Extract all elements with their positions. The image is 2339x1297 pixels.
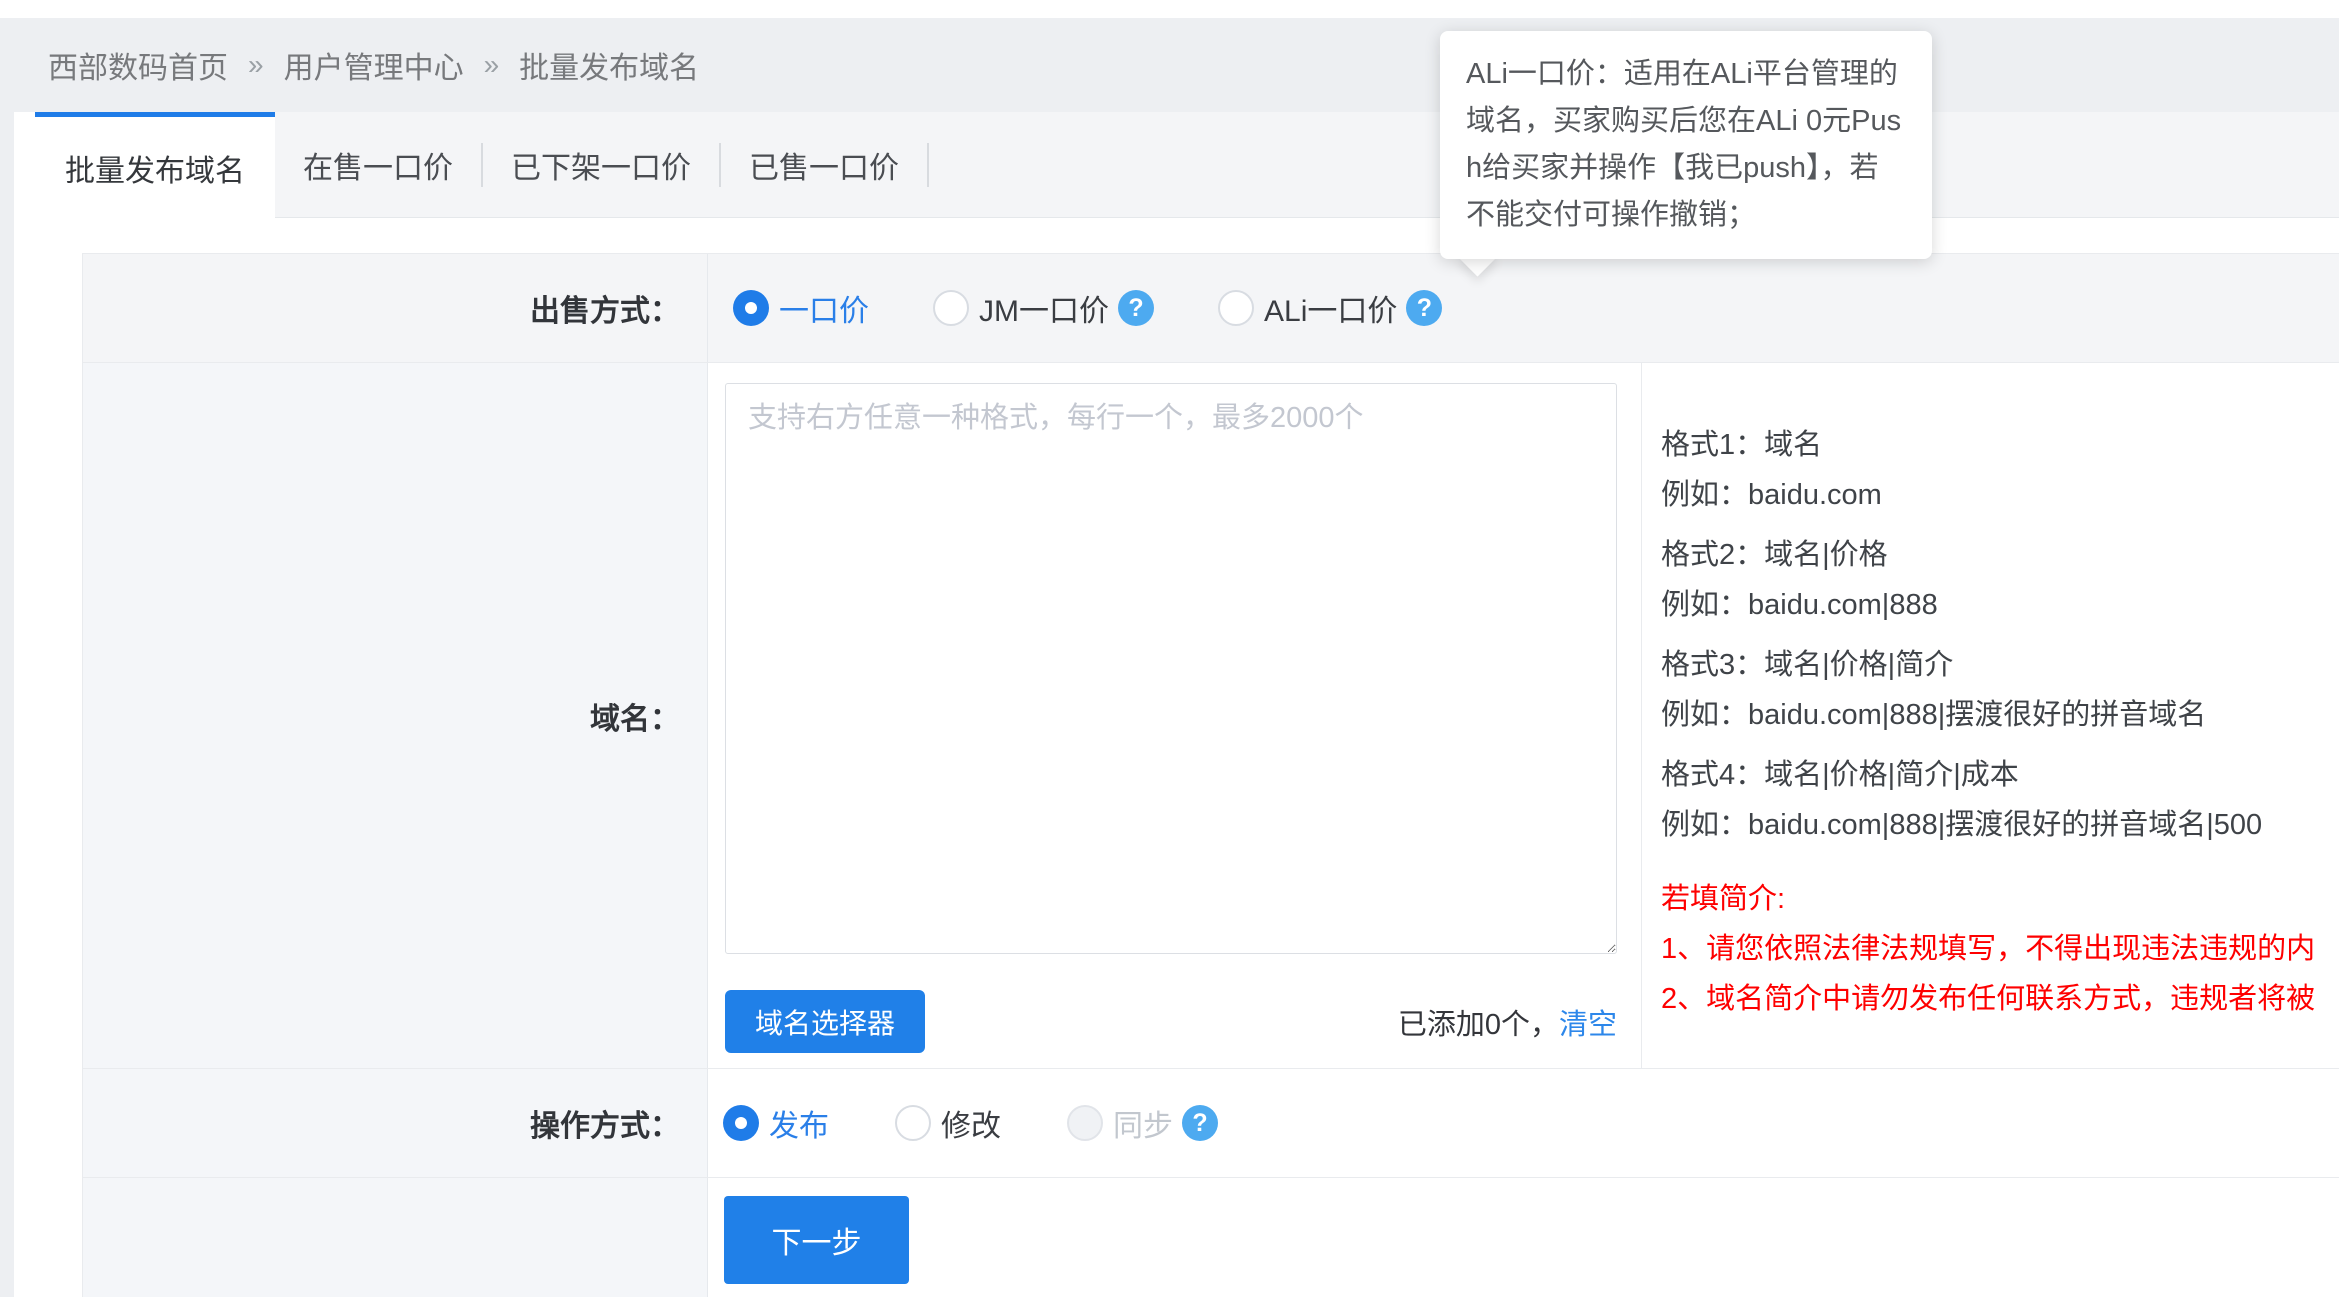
breadcrumb-separator-icon: » [484, 49, 500, 81]
format-block-2: 格式2：域名|价格 例如：baidu.com|888 [1661, 530, 2339, 630]
format-4-example: 例如：baidu.com|888|摆渡很好的拼音域名|500 [1661, 800, 2339, 850]
domain-label: 域名： [590, 694, 680, 738]
next-step-button[interactable]: 下一步 [724, 1196, 909, 1284]
sell-method-label: 出售方式： [530, 286, 680, 330]
top-white-strip [0, 0, 2339, 18]
sell-method-options-cell: 一口价 JM一口价 ? ALi一口价 ? [708, 254, 1642, 362]
batch-publish-form: 出售方式： 一口价 JM一口价 ? ALi一口价 ? [82, 253, 2339, 1297]
radio-ali-fixed-price-label[interactable]: ALi一口价 [1264, 286, 1397, 330]
operation-row: 操作方式： 发布 修改 同步 ? [83, 1069, 2339, 1178]
help-icon-ali[interactable]: ? [1406, 290, 1442, 326]
added-count-text: 已添加0个， [1398, 1009, 1559, 1041]
tab-bar: 批量发布域名 在售一口价 已下架一口价 已售一口价 [14, 112, 2339, 218]
radio-unchecked-icon[interactable] [895, 1105, 931, 1141]
breadcrumb-user-center[interactable]: 用户管理中心 [284, 43, 464, 87]
tab-delisted[interactable]: 已下架一口价 [483, 143, 719, 187]
radio-sync[interactable]: 同步 ? [1067, 1101, 1218, 1145]
breadcrumb-current: 批量发布域名 [519, 43, 699, 87]
help-icon-jm[interactable]: ? [1118, 290, 1154, 326]
clear-link[interactable]: 清空 [1559, 1009, 1617, 1041]
radio-sync-label: 同步 [1113, 1101, 1173, 1145]
format-block-4: 格式4：域名|价格|简介|成本 例如：baidu.com|888|摆渡很好的拼音… [1661, 750, 2339, 850]
warning-text: 若填简介: 1、请您依照法律法规填写，不得出现违法违规的内 2、域名简介中请勿发… [1661, 874, 2339, 1024]
radio-modify-label[interactable]: 修改 [941, 1101, 1001, 1145]
radio-jm-fixed-price[interactable]: JM一口价 ? [933, 286, 1154, 330]
format-2-example: 例如：baidu.com|888 [1661, 580, 2339, 630]
format-3-example: 例如：baidu.com|888|摆渡很好的拼音域名 [1661, 690, 2339, 740]
radio-disabled-icon [1067, 1105, 1103, 1141]
tab-divider [927, 143, 929, 187]
format-block-3: 格式3：域名|价格|简介 例如：baidu.com|888|摆渡很好的拼音域名 [1661, 640, 2339, 740]
warning-item-2: 2、域名简介中请勿发布任何联系方式，违规者将被 [1661, 974, 2339, 1024]
format-4-title: 格式4：域名|价格|简介|成本 [1661, 750, 2339, 800]
radio-unchecked-icon[interactable] [933, 290, 969, 326]
radio-ali-fixed-price[interactable]: ALi一口价 ? [1218, 286, 1442, 330]
sell-method-label-cell: 出售方式： [83, 254, 708, 362]
breadcrumb: 西部数码首页 » 用户管理中心 » 批量发布域名 [0, 18, 2339, 112]
help-icon-sync[interactable]: ? [1182, 1105, 1218, 1141]
breadcrumb-separator-icon: » [248, 49, 264, 81]
radio-publish[interactable]: 发布 [723, 1101, 829, 1145]
operation-label-cell: 操作方式： [83, 1069, 708, 1177]
radio-unchecked-icon[interactable] [1218, 290, 1254, 326]
domain-selector-button[interactable]: 域名选择器 [725, 990, 925, 1053]
operation-empty-cell [1642, 1069, 2339, 1177]
tooltip: ALi一口价：适用在ALi平台管理的域名，买家购买后您在ALi 0元Push给买… [1440, 31, 1932, 259]
warning-title: 若填简介: [1661, 874, 2339, 924]
tab-bar-rest: 在售一口价 已下架一口价 已售一口价 [275, 112, 2339, 218]
format-instructions: 格式1：域名 例如：baidu.com 格式2：域名|价格 例如：baidu.c… [1642, 363, 2339, 1068]
warning-item-1: 1、请您依照法律法规填写，不得出现违法违规的内 [1661, 924, 2339, 974]
submit-button-cell: 下一步 [708, 1178, 1642, 1297]
domain-row: 域名： 域名选择器 已添加0个，清空 格式1：域名 例如：baidu.com [83, 363, 2339, 1069]
radio-checked-icon[interactable] [723, 1105, 759, 1141]
format-1-example: 例如：baidu.com [1661, 470, 2339, 520]
radio-fixed-price-label[interactable]: 一口价 [779, 286, 869, 330]
page-left-gutter [0, 112, 14, 1297]
domain-input-cell: 域名选择器 已添加0个，清空 [708, 363, 1642, 1068]
radio-publish-label[interactable]: 发布 [769, 1101, 829, 1145]
submit-label-cell [83, 1178, 708, 1297]
tab-sold[interactable]: 已售一口价 [721, 143, 927, 187]
sell-method-empty-cell [1642, 254, 2339, 362]
tooltip-text: ALi一口价：适用在ALi平台管理的域名，买家购买后您在ALi 0元Push给买… [1466, 51, 1906, 239]
radio-modify[interactable]: 修改 [895, 1101, 1001, 1145]
radio-checked-icon[interactable] [733, 290, 769, 326]
format-3-title: 格式3：域名|价格|简介 [1661, 640, 2339, 690]
radio-fixed-price[interactable]: 一口价 [733, 286, 869, 330]
operation-label: 操作方式： [530, 1101, 680, 1145]
format-block-1: 格式1：域名 例如：baidu.com [1661, 420, 2339, 520]
breadcrumb-home[interactable]: 西部数码首页 [48, 43, 228, 87]
radio-jm-fixed-price-label[interactable]: JM一口价 [979, 286, 1109, 330]
tab-on-sale[interactable]: 在售一口价 [275, 143, 481, 187]
format-1-title: 格式1：域名 [1661, 420, 2339, 470]
sell-method-row: 出售方式： 一口价 JM一口价 ? ALi一口价 ? [83, 254, 2339, 363]
domain-label-cell: 域名： [83, 363, 708, 1068]
operation-options-cell: 发布 修改 同步 ? [708, 1069, 1642, 1177]
tab-batch-publish[interactable]: 批量发布域名 [35, 112, 275, 218]
submit-row: 下一步 [83, 1178, 2339, 1297]
domain-textarea[interactable] [725, 383, 1617, 954]
format-2-title: 格式2：域名|价格 [1661, 530, 2339, 580]
added-count: 已添加0个，清空 [1398, 1001, 1617, 1043]
submit-empty-cell [1642, 1178, 2339, 1297]
tab-bar-spacer [14, 112, 35, 218]
